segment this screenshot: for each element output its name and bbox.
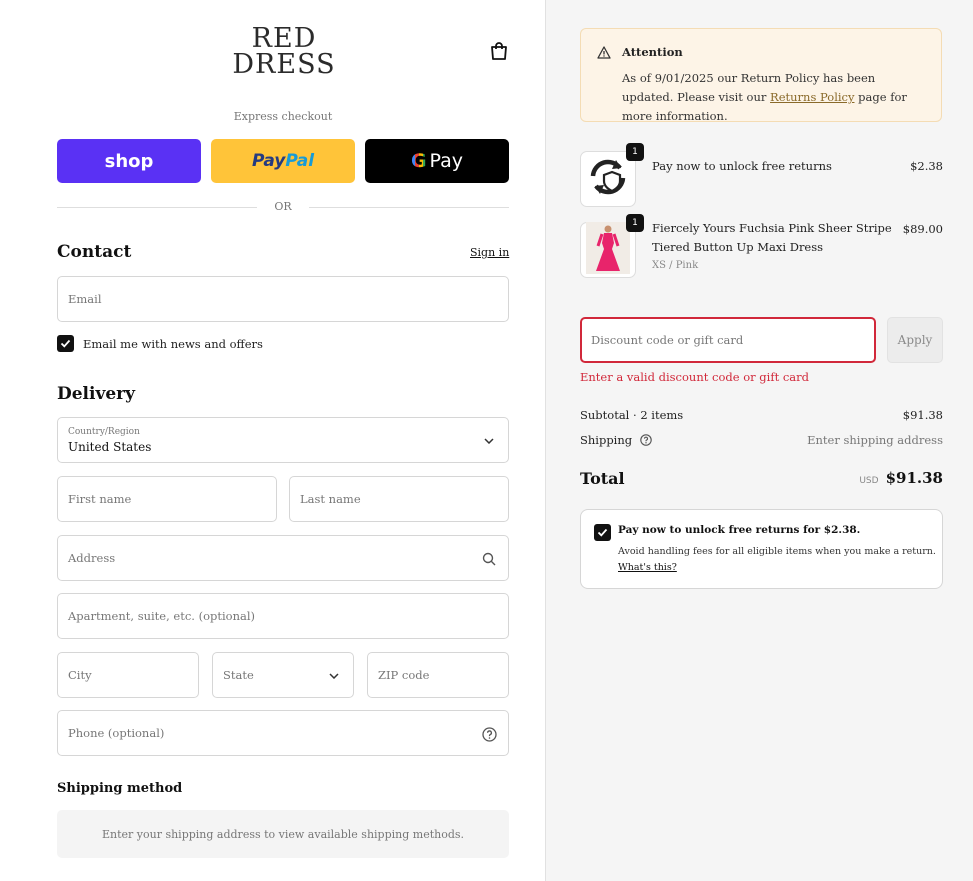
- zip-placeholder: ZIP code: [378, 668, 430, 682]
- country-label: Country/Region: [68, 427, 140, 437]
- item-name: Pay now to unlock free returns: [652, 159, 832, 173]
- newsletter-label: Email me with news and offers: [83, 336, 263, 351]
- dress-image: [586, 222, 630, 278]
- brand-logo[interactable]: RED DRESS: [220, 25, 348, 80]
- zip-field[interactable]: ZIP code: [367, 652, 509, 698]
- alert-body: As of 9/01/2025 our Return Policy has be…: [622, 69, 922, 126]
- check-icon: [60, 339, 71, 348]
- subtotal-row: Subtotal · 2 items $91.38: [580, 408, 943, 422]
- google-pay-label: Pay: [429, 150, 464, 172]
- paypal-button[interactable]: Pay Pal: [211, 139, 355, 183]
- last-name-placeholder: Last name: [300, 492, 361, 506]
- free-returns-upsell: Pay now to unlock free returns for $2.38…: [580, 509, 943, 589]
- google-pay-button[interactable]: G Pay: [365, 139, 509, 183]
- shipping-value: Enter shipping address: [807, 433, 943, 447]
- free-returns-checkbox[interactable]: [594, 524, 611, 541]
- email-placeholder: Email: [68, 292, 102, 306]
- quantity-badge: 1: [626, 143, 644, 161]
- paypal-label-part1: Pay: [251, 151, 286, 171]
- apply-discount-button[interactable]: Apply: [887, 317, 943, 363]
- state-placeholder: State: [223, 668, 254, 682]
- quantity-badge: 1: [626, 214, 644, 232]
- delivery-heading: Delivery: [57, 384, 136, 404]
- country-value: United States: [68, 440, 152, 454]
- item-thumbnail: 1: [580, 143, 644, 207]
- first-name-field[interactable]: First name: [57, 476, 277, 522]
- phone-field[interactable]: Phone (optional): [57, 710, 509, 756]
- address-placeholder: Address: [68, 551, 116, 565]
- checkout-form-panel: RED DRESS Express checkout shop Pay Pal G…: [0, 0, 545, 881]
- currency-code: USD: [859, 476, 879, 486]
- shipping-row: Shipping Enter shipping address: [580, 433, 943, 449]
- express-checkout-label: Express checkout: [233, 110, 333, 123]
- order-summary-panel: Attention As of 9/01/2025 our Return Pol…: [545, 0, 973, 881]
- upsell-title: Pay now to unlock free returns for $2.38…: [618, 524, 861, 536]
- email-field[interactable]: Email: [57, 276, 509, 322]
- chevron-down-icon: [325, 667, 343, 685]
- chevron-down-icon: [480, 432, 498, 450]
- warning-icon: [597, 44, 611, 63]
- shop-pay-button[interactable]: shop: [57, 139, 201, 183]
- apartment-field[interactable]: Apartment, suite, etc. (optional): [57, 593, 509, 639]
- newsletter-checkbox-row[interactable]: Email me with news and offers: [57, 335, 263, 352]
- item-thumbnail: 1: [580, 214, 644, 278]
- whats-this-link[interactable]: What's this?: [618, 562, 677, 573]
- sign-in-link[interactable]: Sign in: [470, 246, 509, 259]
- returns-shield-icon: [585, 154, 631, 204]
- total-value: $91.38: [885, 469, 943, 487]
- shop-pay-label: shop: [104, 150, 154, 172]
- shopping-bag-icon: [490, 41, 508, 65]
- subtotal-label: Subtotal · 2 items: [580, 408, 684, 422]
- apartment-placeholder: Apartment, suite, etc. (optional): [68, 609, 256, 623]
- discount-code-field[interactable]: Discount code or gift card: [580, 317, 876, 363]
- alert-title: Attention: [622, 45, 683, 59]
- subtotal-value: $91.38: [902, 408, 943, 422]
- return-policy-alert: Attention As of 9/01/2025 our Return Pol…: [580, 28, 942, 123]
- shipping-method-heading: Shipping method: [57, 781, 183, 796]
- upsell-body: Avoid handling fees for all eligible ite…: [618, 546, 936, 557]
- item-price: $2.38: [910, 159, 943, 173]
- line-item: 1 Pay now to unlock free returns $2.38: [580, 143, 943, 207]
- shipping-method-message: Enter your shipping address to view avai…: [101, 827, 465, 841]
- city-field[interactable]: City: [57, 652, 199, 698]
- paypal-label-part2: Pal: [285, 151, 315, 171]
- address-field[interactable]: Address: [57, 535, 509, 581]
- google-g-icon: G: [410, 150, 427, 172]
- line-item: 1 Fiercely Yours Fuchsia Pink Sheer Stri…: [580, 214, 943, 282]
- help-icon[interactable]: [480, 725, 498, 743]
- shipping-method-placeholder: Enter your shipping address to view avai…: [57, 810, 509, 858]
- discount-placeholder: Discount code or gift card: [591, 333, 744, 347]
- phone-placeholder: Phone (optional): [68, 726, 165, 740]
- last-name-field[interactable]: Last name: [289, 476, 509, 522]
- total-label: Total: [580, 469, 625, 488]
- first-name-placeholder: First name: [68, 492, 132, 506]
- item-name: Fiercely Yours Fuchsia Pink Sheer Stripe…: [652, 221, 892, 254]
- search-icon[interactable]: [480, 550, 498, 568]
- city-placeholder: City: [68, 668, 92, 682]
- cart-button[interactable]: [486, 40, 512, 66]
- check-icon: [597, 528, 608, 537]
- returns-policy-link[interactable]: Returns Policy: [770, 90, 854, 104]
- discount-error-message: Enter a valid discount code or gift card: [580, 370, 810, 384]
- divider-line: [309, 207, 509, 208]
- item-variant: XS / Pink: [652, 260, 699, 271]
- newsletter-checkbox[interactable]: [57, 335, 74, 352]
- logo-line-2: DRESS: [232, 49, 336, 80]
- contact-heading: Contact: [57, 242, 132, 262]
- or-divider: OR: [57, 199, 509, 215]
- shipping-label: Shipping: [580, 433, 633, 447]
- help-icon[interactable]: [640, 434, 652, 449]
- total-value-group: USD $91.38: [859, 469, 943, 487]
- item-price: $89.00: [902, 222, 943, 236]
- country-select[interactable]: Country/Region United States: [57, 417, 509, 463]
- state-select[interactable]: State: [212, 652, 354, 698]
